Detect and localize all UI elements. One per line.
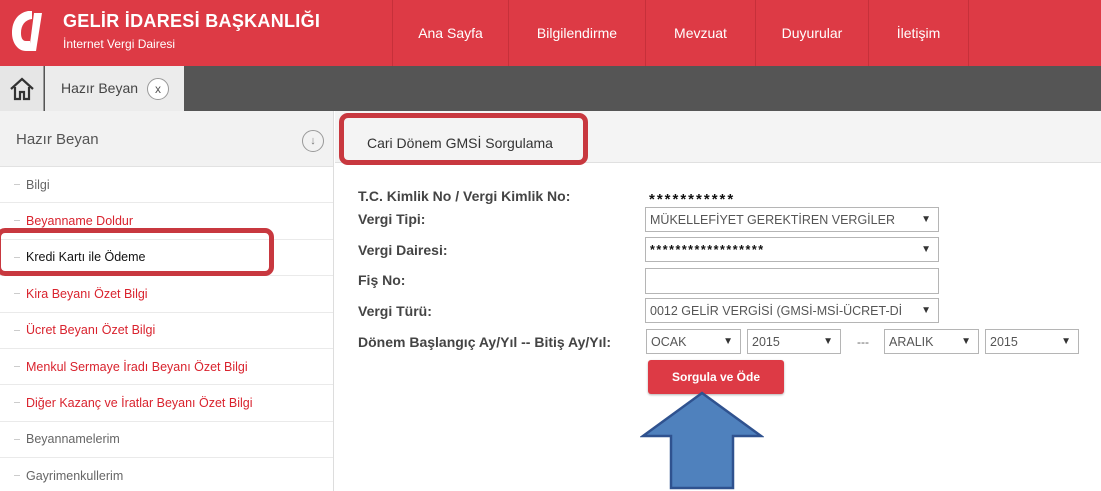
end-year-value: 2015 — [990, 334, 1018, 349]
sidebar-item-ucret-beyani[interactable]: Ücret Beyanı Özet Bilgi — [0, 313, 333, 349]
main-nav: Ana Sayfa Bilgilendirme Mevzuat Duyurula… — [392, 0, 969, 66]
nav-bilgilendirme[interactable]: Bilgilendirme — [508, 0, 645, 66]
home-button[interactable] — [0, 66, 44, 111]
collapse-icon[interactable]: ↓ — [302, 130, 324, 152]
vergi-dairesi-label: Vergi Dairesi: — [358, 242, 448, 258]
vergi-turu-select[interactable]: 0012 GELİR VERGİSİ (GMSİ-MSİ-ÜCRET-Dİ ▼ — [645, 298, 939, 323]
vergi-tipi-select[interactable]: MÜKELLEFİYET GEREKTİREN VERGİLER ▼ — [645, 207, 939, 232]
highlight-sidebar-item — [0, 228, 274, 276]
close-tab-button[interactable]: x — [147, 78, 169, 100]
end-month-value: ARALIK — [889, 334, 934, 349]
sidebar-item-bilgi[interactable]: Bilgi — [0, 167, 333, 204]
vergi-tipi-value: MÜKELLEFİYET GEREKTİREN VERGİLER — [650, 212, 895, 227]
brand-subtitle: İnternet Vergi Dairesi — [63, 37, 176, 51]
sidebar-item-gayrimenkullerim[interactable]: Gayrimenkullerim — [0, 458, 333, 491]
sidebar: Hazır Beyan ↓ Bilgi Beyanname Doldur Kre… — [0, 111, 334, 491]
brand-title: GELİR İDARESİ BAŞKANLIĞI — [63, 11, 321, 31]
vergi-dairesi-select[interactable]: ****************** ▼ — [645, 237, 939, 262]
sidebar-item-diger-kazanc[interactable]: Diğer Kazanç ve İratlar Beyanı Özet Bilg… — [0, 385, 333, 422]
tc-value: *********** — [649, 191, 736, 208]
sidebar-heading: Hazır Beyan — [16, 131, 99, 148]
vergi-dairesi-value: ****************** — [650, 242, 765, 257]
fis-no-label: Fiş No: — [358, 272, 406, 288]
start-month-select[interactable]: OCAK ▼ — [646, 329, 741, 354]
donem-label: Dönem Başlangıç Ay/Yıl -- Bitiş Ay/Yıl: — [358, 334, 612, 350]
nav-duyurular[interactable]: Duyurular — [755, 0, 868, 66]
up-arrow-annotation-icon — [640, 391, 764, 490]
tc-label: T.C. Kimlik No / Vergi Kimlik No: — [358, 188, 571, 204]
chevron-down-icon: ▼ — [921, 214, 931, 225]
highlight-page-title — [339, 113, 588, 165]
sidebar-header: Hazır Beyan ↓ — [0, 111, 333, 167]
end-month-select[interactable]: ARALIK ▼ — [884, 329, 979, 354]
home-icon — [9, 77, 34, 100]
gib-logo-icon[interactable] — [8, 9, 44, 53]
start-year-value: 2015 — [752, 334, 780, 349]
tab-bar: Hazır Beyan x — [0, 66, 1101, 111]
chevron-down-icon: ▼ — [723, 336, 733, 347]
sidebar-item-kira-beyani[interactable]: Kira Beyanı Özet Bilgi — [0, 276, 333, 313]
chevron-down-icon: ▼ — [921, 244, 931, 255]
period-separator: --- — [857, 335, 869, 349]
sidebar-item-menkul-sermaye[interactable]: Menkul Sermaye İradı Beyanı Özet Bilgi — [0, 349, 333, 386]
chevron-down-icon: ▼ — [961, 336, 971, 347]
chevron-down-icon: ▼ — [823, 336, 833, 347]
vergi-turu-value: 0012 GELİR VERGİSİ (GMSİ-MSİ-ÜCRET-Dİ — [650, 303, 903, 318]
sidebar-item-beyannamelerim[interactable]: Beyannamelerim — [0, 422, 333, 459]
start-month-value: OCAK — [651, 334, 687, 349]
sorgula-ve-ode-button[interactable]: Sorgula ve Öde — [648, 360, 784, 394]
nav-mevzuat[interactable]: Mevzuat — [645, 0, 755, 66]
vergi-turu-label: Vergi Türü: — [358, 303, 432, 319]
top-header: GELİR İDARESİ BAŞKANLIĞI İnternet Vergi … — [0, 0, 1101, 66]
end-year-select[interactable]: 2015 ▼ — [985, 329, 1079, 354]
start-year-select[interactable]: 2015 ▼ — [747, 329, 841, 354]
tab-label: Hazır Beyan — [61, 80, 139, 96]
chevron-down-icon: ▼ — [917, 305, 931, 316]
fis-no-input[interactable] — [645, 268, 939, 294]
chevron-down-icon: ▼ — [1061, 336, 1071, 347]
nav-iletisim[interactable]: İletişim — [868, 0, 969, 66]
vergi-tipi-label: Vergi Tipi: — [358, 211, 426, 227]
nav-ana-sayfa[interactable]: Ana Sayfa — [392, 0, 508, 66]
